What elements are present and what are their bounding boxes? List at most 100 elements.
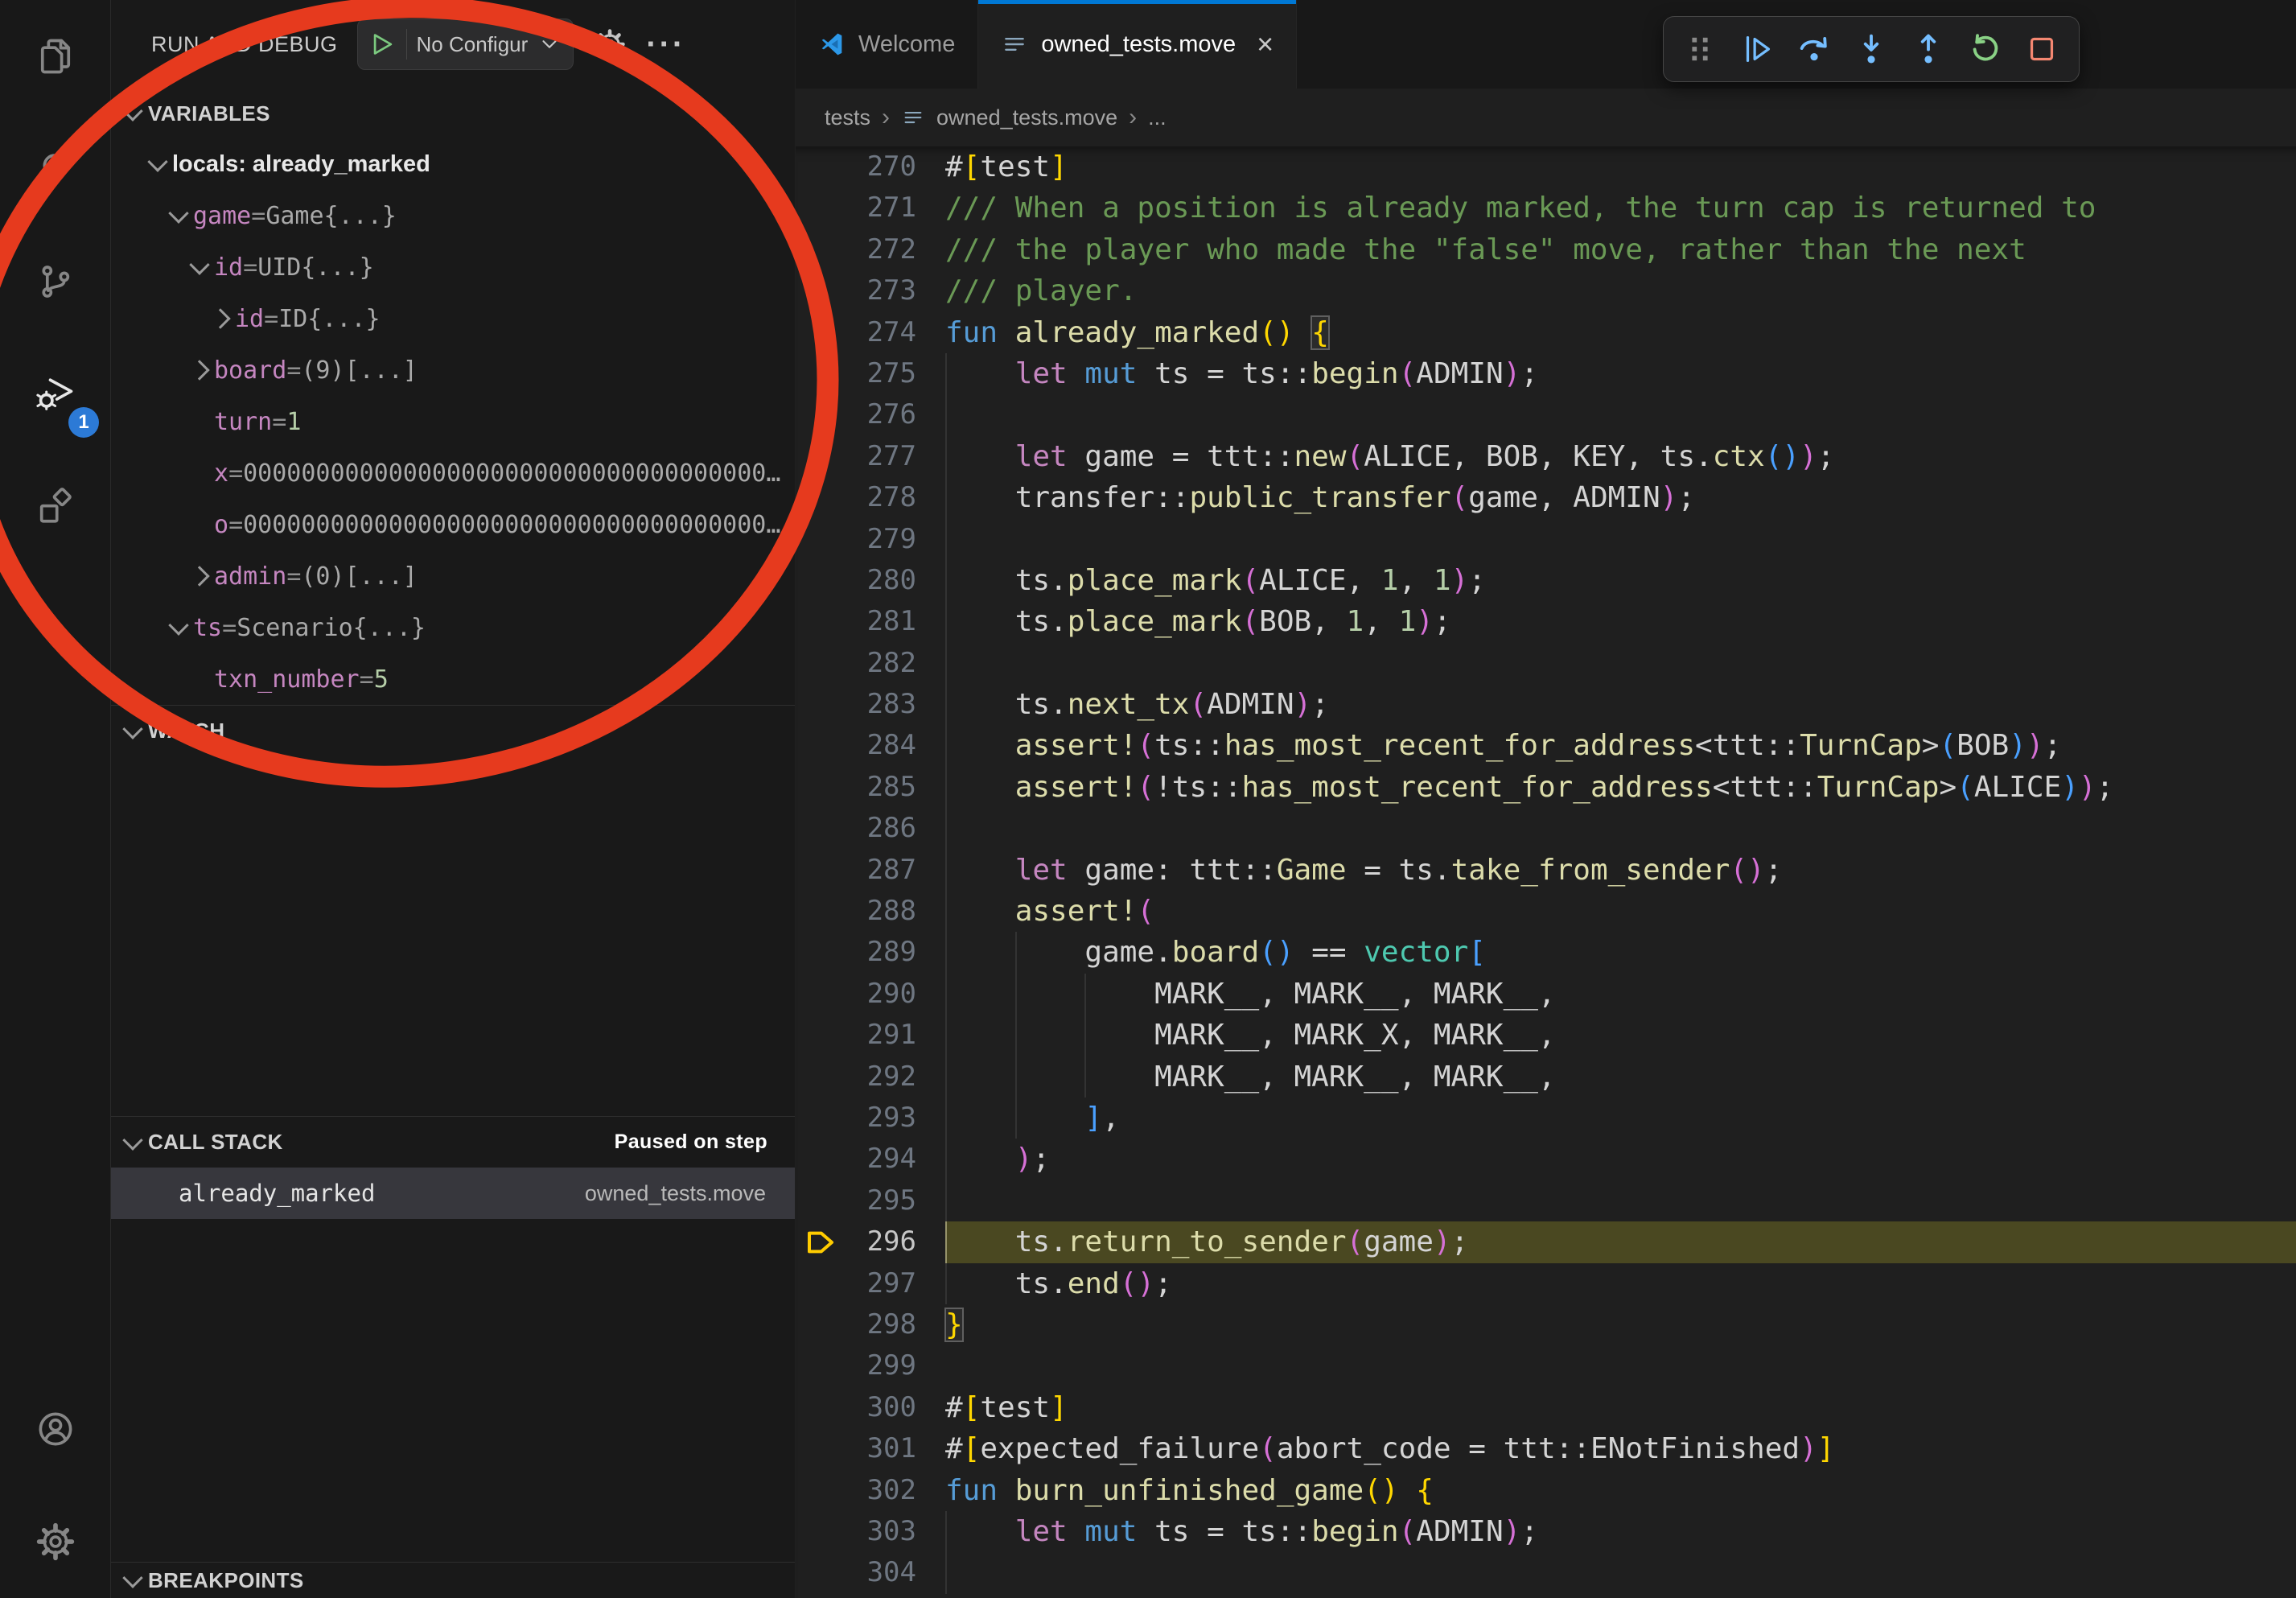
gutter-glyph-margin[interactable] bbox=[796, 808, 846, 849]
restart-button[interactable] bbox=[1962, 26, 2009, 72]
line-number[interactable]: 276 bbox=[846, 394, 916, 435]
gutter-glyph-margin[interactable] bbox=[796, 1180, 846, 1221]
line-number[interactable]: 270 bbox=[846, 146, 916, 187]
line-number[interactable]: 295 bbox=[846, 1180, 916, 1221]
call-stack-frame[interactable]: already_markedowned_tests.move bbox=[111, 1168, 795, 1219]
more-actions-icon[interactable]: ··· bbox=[646, 36, 685, 52]
gutter-glyph-margin[interactable] bbox=[796, 353, 846, 394]
line-number[interactable]: 293 bbox=[846, 1098, 916, 1139]
code-line-297[interactable]: 297 ts.end(); bbox=[796, 1263, 2296, 1304]
code-text[interactable]: let game: ttt::Game = ts.take_from_sende… bbox=[945, 850, 2296, 891]
code-line-300[interactable]: 300#[test] bbox=[796, 1387, 2296, 1428]
code-line-272[interactable]: 272/// the player who made the "false" m… bbox=[796, 229, 2296, 270]
gutter-glyph-margin[interactable] bbox=[796, 601, 846, 642]
start-debugging-icon[interactable] bbox=[366, 29, 397, 60]
line-number[interactable]: 277 bbox=[846, 436, 916, 477]
code-text[interactable]: assert!(!ts::has_most_recent_for_address… bbox=[945, 767, 2296, 808]
line-number[interactable]: 298 bbox=[846, 1304, 916, 1345]
line-number[interactable]: 299 bbox=[846, 1345, 916, 1386]
line-number[interactable]: 284 bbox=[846, 725, 916, 766]
code-line-279[interactable]: 279 bbox=[796, 519, 2296, 560]
line-number[interactable]: 301 bbox=[846, 1428, 916, 1469]
gutter-glyph-margin[interactable] bbox=[796, 1511, 846, 1552]
code-text[interactable]: game.board() == vector[ bbox=[945, 932, 2296, 973]
code-line-289[interactable]: 289 game.board() == vector[ bbox=[796, 932, 2296, 973]
gutter-glyph-margin[interactable] bbox=[796, 684, 846, 725]
code-line-295[interactable]: 295 bbox=[796, 1180, 2296, 1221]
code-text[interactable]: /// When a position is already marked, t… bbox=[945, 187, 2296, 229]
line-number[interactable]: 294 bbox=[846, 1139, 916, 1180]
line-number[interactable]: 297 bbox=[846, 1263, 916, 1304]
chevron-down-icon[interactable] bbox=[537, 32, 562, 56]
code-text[interactable] bbox=[945, 1345, 2296, 1386]
code-line-303[interactable]: 303 let mut ts = ts::begin(ADMIN); bbox=[796, 1511, 2296, 1552]
code-line-276[interactable]: 276 bbox=[796, 394, 2296, 435]
line-number[interactable]: 280 bbox=[846, 560, 916, 601]
code-text[interactable]: assert!( bbox=[945, 891, 2296, 932]
code-line-301[interactable]: 301#[expected_failure(abort_code = ttt::… bbox=[796, 1428, 2296, 1469]
drag-handle-icon[interactable] bbox=[1677, 26, 1723, 72]
activity-bar-item-account[interactable] bbox=[0, 1373, 110, 1485]
step-over-button[interactable] bbox=[1791, 26, 1837, 72]
variable-tree-row[interactable]: txn_number = 5 bbox=[111, 653, 795, 705]
tree-expand-icon[interactable] bbox=[164, 620, 193, 635]
tab-owned_tests-move[interactable]: owned_tests.move× bbox=[978, 0, 1297, 89]
code-line-304[interactable]: 304 bbox=[796, 1552, 2296, 1593]
gutter-glyph-margin[interactable] bbox=[796, 1428, 846, 1469]
line-number[interactable]: 281 bbox=[846, 601, 916, 642]
line-number[interactable]: 283 bbox=[846, 684, 916, 725]
line-number[interactable]: 290 bbox=[846, 974, 916, 1015]
variables-section-header[interactable]: VARIABLES bbox=[111, 89, 795, 138]
variable-tree-row[interactable]: locals: already_marked bbox=[111, 138, 795, 190]
breadcrumb-item[interactable]: ... bbox=[1148, 105, 1167, 130]
gutter-glyph-margin[interactable] bbox=[796, 394, 846, 435]
gutter-glyph-margin[interactable] bbox=[796, 1139, 846, 1180]
code-text[interactable] bbox=[945, 808, 2296, 849]
code-text[interactable]: #[test] bbox=[945, 1387, 2296, 1428]
debug-config-dropdown[interactable]: No Configur bbox=[357, 19, 574, 70]
gutter-glyph-margin[interactable] bbox=[796, 560, 846, 601]
tree-expand-icon[interactable] bbox=[164, 208, 193, 223]
code-text[interactable]: ); bbox=[945, 1139, 2296, 1180]
line-number[interactable]: 296 bbox=[846, 1221, 916, 1262]
gutter-glyph-margin[interactable] bbox=[796, 1345, 846, 1386]
code-text[interactable]: fun already_marked() { bbox=[945, 312, 2296, 353]
gutter-glyph-margin[interactable] bbox=[796, 1552, 846, 1593]
line-number[interactable]: 302 bbox=[846, 1470, 916, 1511]
code-line-273[interactable]: 273/// player. bbox=[796, 270, 2296, 311]
watch-section-header[interactable]: WATCH bbox=[111, 705, 795, 756]
code-text[interactable]: ts.place_mark(ALICE, 1, 1); bbox=[945, 560, 2296, 601]
code-line-282[interactable]: 282 bbox=[796, 643, 2296, 684]
line-number[interactable]: 291 bbox=[846, 1015, 916, 1056]
line-number[interactable]: 289 bbox=[846, 932, 916, 973]
line-number[interactable]: 275 bbox=[846, 353, 916, 394]
code-line-284[interactable]: 284 assert!(ts::has_most_recent_for_addr… bbox=[796, 725, 2296, 766]
gutter-glyph-margin[interactable] bbox=[796, 1098, 846, 1139]
line-number[interactable]: 288 bbox=[846, 891, 916, 932]
gutter-glyph-margin[interactable] bbox=[796, 312, 846, 353]
activity-bar-item-source-control[interactable] bbox=[0, 225, 110, 338]
code-line-296[interactable]: 296 ts.return_to_sender(game); bbox=[796, 1221, 2296, 1262]
line-number[interactable]: 285 bbox=[846, 767, 916, 808]
gutter-glyph-margin[interactable] bbox=[796, 850, 846, 891]
current-frame-pointer-icon[interactable] bbox=[796, 1221, 846, 1262]
code-text[interactable]: let game = ttt::new(ALICE, BOB, KEY, ts.… bbox=[945, 436, 2296, 477]
code-line-281[interactable]: 281 ts.place_mark(BOB, 1, 1); bbox=[796, 601, 2296, 642]
code-line-288[interactable]: 288 assert!( bbox=[796, 891, 2296, 932]
variable-tree-row[interactable]: board = (9)[...] bbox=[111, 344, 795, 396]
code-line-287[interactable]: 287 let game: ttt::Game = ts.take_from_s… bbox=[796, 850, 2296, 891]
code-text[interactable]: ts.next_tx(ADMIN); bbox=[945, 684, 2296, 725]
code-line-294[interactable]: 294 ); bbox=[796, 1139, 2296, 1180]
code-text[interactable]: } bbox=[945, 1304, 2296, 1345]
code-line-280[interactable]: 280 ts.place_mark(ALICE, 1, 1); bbox=[796, 560, 2296, 601]
line-number[interactable]: 282 bbox=[846, 643, 916, 684]
breadcrumb-item[interactable]: tests bbox=[825, 105, 870, 130]
code-line-278[interactable]: 278 transfer::public_transfer(game, ADMI… bbox=[796, 477, 2296, 518]
variable-tree-row[interactable]: admin = (0)[...] bbox=[111, 550, 795, 602]
variable-tree-row[interactable]: o = 000000000000000000000000000000000000… bbox=[111, 499, 795, 550]
gutter-glyph-margin[interactable] bbox=[796, 519, 846, 560]
code-editor[interactable]: 270#[test]271/// When a position is alre… bbox=[796, 146, 2296, 1598]
variable-tree-row[interactable]: game = Game{...} bbox=[111, 190, 795, 241]
code-line-293[interactable]: 293 ], bbox=[796, 1098, 2296, 1139]
code-text[interactable]: MARK__, MARK_X, MARK__, bbox=[945, 1015, 2296, 1056]
